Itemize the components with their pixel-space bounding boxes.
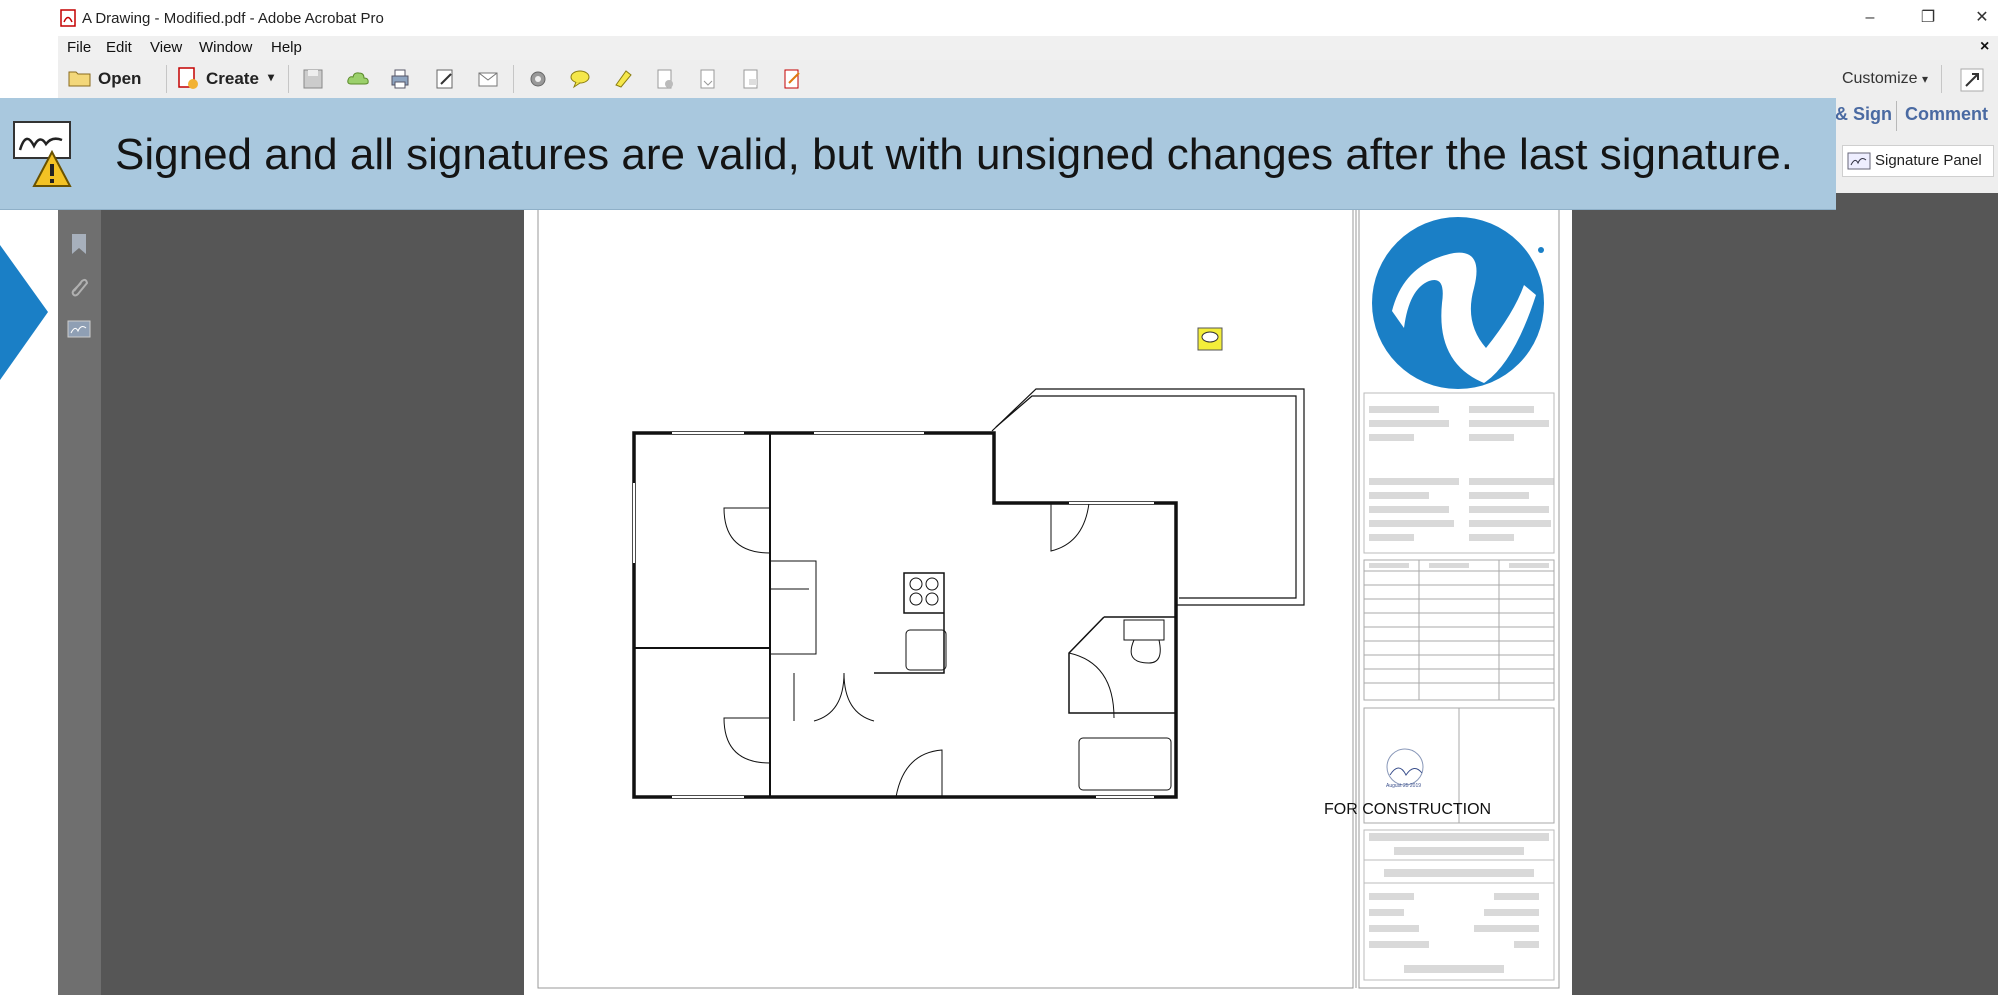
customize-label: Customize	[1841, 70, 1918, 87]
bookmark-icon[interactable]	[70, 233, 88, 255]
company-logo	[1372, 217, 1544, 389]
edit-document-icon[interactable]	[433, 67, 457, 91]
pdf-file-icon	[60, 9, 76, 27]
attachment-icon[interactable]	[68, 277, 90, 299]
signature-warning-icon	[13, 121, 72, 187]
create-button[interactable]: Create ▾	[176, 66, 286, 92]
comment-icon[interactable]	[568, 67, 592, 91]
signature-panel-label: Signature Panel	[1875, 152, 1982, 169]
window-title: A Drawing - Modified.pdf - Adobe Acrobat…	[82, 10, 384, 27]
toolbar-separator	[166, 65, 167, 93]
chevron-down-icon: ▾	[268, 70, 275, 84]
open-label: Open	[98, 69, 142, 88]
signature-status-banner: Signed and all signatures are valid, but…	[0, 98, 1836, 210]
title-bar: A Drawing - Modified.pdf - Adobe Acrobat…	[58, 0, 1998, 36]
document-icon[interactable]	[696, 67, 720, 91]
chevron-down-icon: ▾	[1921, 72, 1928, 86]
customize-dropdown[interactable]: Customize ▾	[1842, 70, 1928, 88]
floor-plan	[632, 388, 1305, 799]
email-icon[interactable]	[476, 67, 500, 91]
menu-close-icon[interactable]: ×	[1980, 38, 1989, 56]
page-navigation-arrow-icon[interactable]	[0, 245, 48, 380]
close-icon: ✕	[1975, 9, 1989, 26]
open-button[interactable]: Open	[68, 66, 148, 92]
restore-button[interactable]: ❐	[1904, 4, 1952, 32]
signatures-icon[interactable]	[67, 319, 91, 339]
document-icon[interactable]	[739, 67, 763, 91]
save-icon[interactable]	[301, 67, 325, 91]
comment-note-icon[interactable]	[1197, 327, 1223, 351]
pdf-page: FOR CONSTRUCTION August 25 2019	[524, 192, 1572, 995]
floor-plan-drawing	[537, 192, 1560, 989]
seal-date: August 25 2019	[1386, 783, 1422, 789]
signature-status-message: Signed and all signatures are valid, but…	[115, 130, 1793, 179]
signature-panel-button[interactable]: Signature Panel	[1842, 145, 1994, 177]
minimize-icon: –	[1865, 9, 1875, 26]
upload-cloud-icon[interactable]	[346, 67, 370, 91]
highlight-icon[interactable]	[611, 67, 635, 91]
signature-pen-icon	[1847, 152, 1871, 170]
minimize-button[interactable]: –	[1846, 4, 1894, 32]
navigation-pane	[58, 193, 102, 995]
menu-help[interactable]: Help	[271, 39, 302, 56]
menu-bar: File Edit View Window Help ×	[58, 36, 1998, 61]
menu-view[interactable]: View	[150, 39, 182, 56]
tab-fill-sign[interactable]: & Sign	[1835, 104, 1892, 125]
toolbar: Open Create ▾ Customize ▾	[58, 60, 1998, 99]
tab-divider	[1896, 101, 1897, 131]
create-label: Create	[206, 69, 259, 88]
toolbar-separator	[1941, 65, 1942, 93]
toolbar-separator	[513, 65, 514, 93]
tab-comment[interactable]: Comment	[1905, 104, 1988, 125]
gear-icon[interactable]	[526, 67, 550, 91]
create-pdf-icon	[178, 67, 198, 89]
menu-window[interactable]: Window	[199, 39, 252, 56]
revision-table	[1363, 559, 1555, 701]
expand-icon[interactable]	[1960, 68, 1984, 92]
engineer-seal	[1386, 748, 1424, 786]
menu-file[interactable]: File	[67, 39, 91, 56]
menu-edit[interactable]: Edit	[106, 39, 132, 56]
print-icon[interactable]	[388, 67, 412, 91]
toolbar-separator	[288, 65, 289, 93]
stamp-label: FOR CONSTRUCTION	[1324, 801, 1492, 818]
restore-icon: ❐	[1920, 9, 1936, 26]
close-button[interactable]: ✕	[1958, 4, 1998, 32]
form-edit-icon[interactable]	[780, 67, 804, 91]
folder-icon	[68, 71, 91, 87]
document-icon[interactable]	[653, 67, 677, 91]
